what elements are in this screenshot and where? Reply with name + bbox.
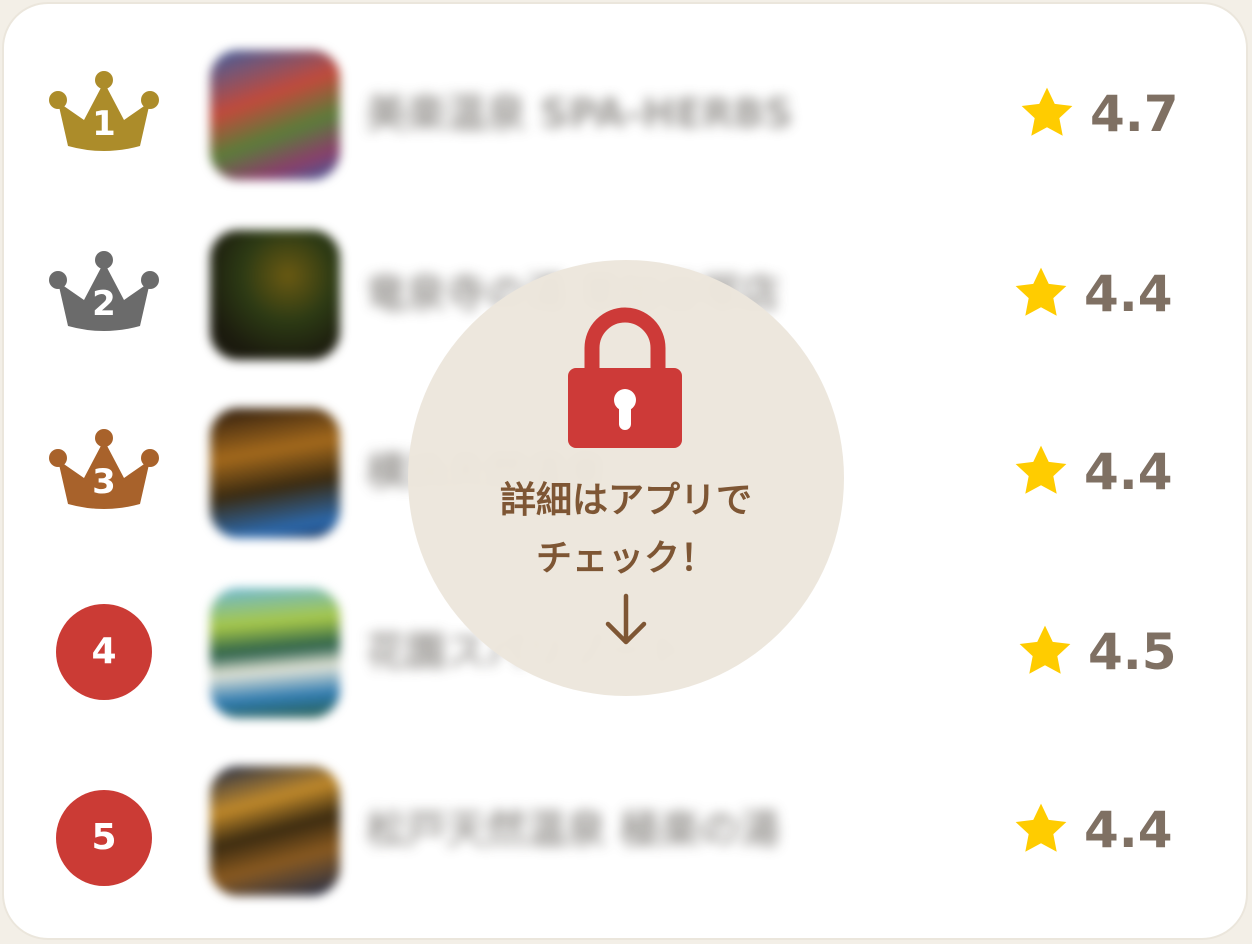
crown-silver-icon: 2 [48,248,160,340]
rank-badge: 5 [56,790,152,886]
rank-number: 1 [92,104,116,144]
rating-value: 4.4 [1084,801,1173,859]
rating-value: 4.4 [1084,265,1173,323]
crown-gold-icon: 1 [48,68,160,160]
spot-thumbnail[interactable] [210,230,340,360]
app-lock-overlay[interactable]: 詳細はアプリで チェック！ [408,260,844,696]
ranking-row-5[interactable]: 5 松戸天然温泉 極楽の湯 4.4 [4,760,1246,900]
overlay-message-line1: 詳細はアプリで [499,480,752,521]
arrow-down-icon [605,593,647,645]
rank-badge: 4 [56,604,152,700]
rating-value: 4.7 [1090,85,1179,143]
ranking-row-1[interactable]: 1 美楽温泉 SPA-HERBS 4.7 [4,44,1246,184]
crown-bronze-icon: 3 [48,426,160,518]
star-icon [1015,267,1067,316]
spot-thumbnail[interactable] [210,50,340,180]
overlay-message-line2: チェック！ [535,538,716,579]
star-icon [1019,625,1071,674]
spot-name[interactable]: 美楽温泉 SPA-HERBS [366,90,793,138]
rank-number: 3 [92,462,116,502]
ranking-card: 1 美楽温泉 SPA-HERBS 4.7 2 竜泉寺の湯 草加谷塚店 [2,2,1248,940]
spot-thumbnail[interactable] [210,588,340,718]
rating-value: 4.5 [1088,623,1177,681]
star-icon [1015,803,1067,852]
spot-name[interactable]: 松戸天然温泉 極楽の湯 [366,806,780,854]
star-icon [1021,87,1073,136]
spot-thumbnail[interactable] [210,408,340,538]
star-icon [1015,445,1067,494]
rank-number: 2 [92,284,116,324]
lock-icon [568,307,682,448]
spot-thumbnail[interactable] [210,766,340,896]
rating-value: 4.4 [1084,443,1173,501]
